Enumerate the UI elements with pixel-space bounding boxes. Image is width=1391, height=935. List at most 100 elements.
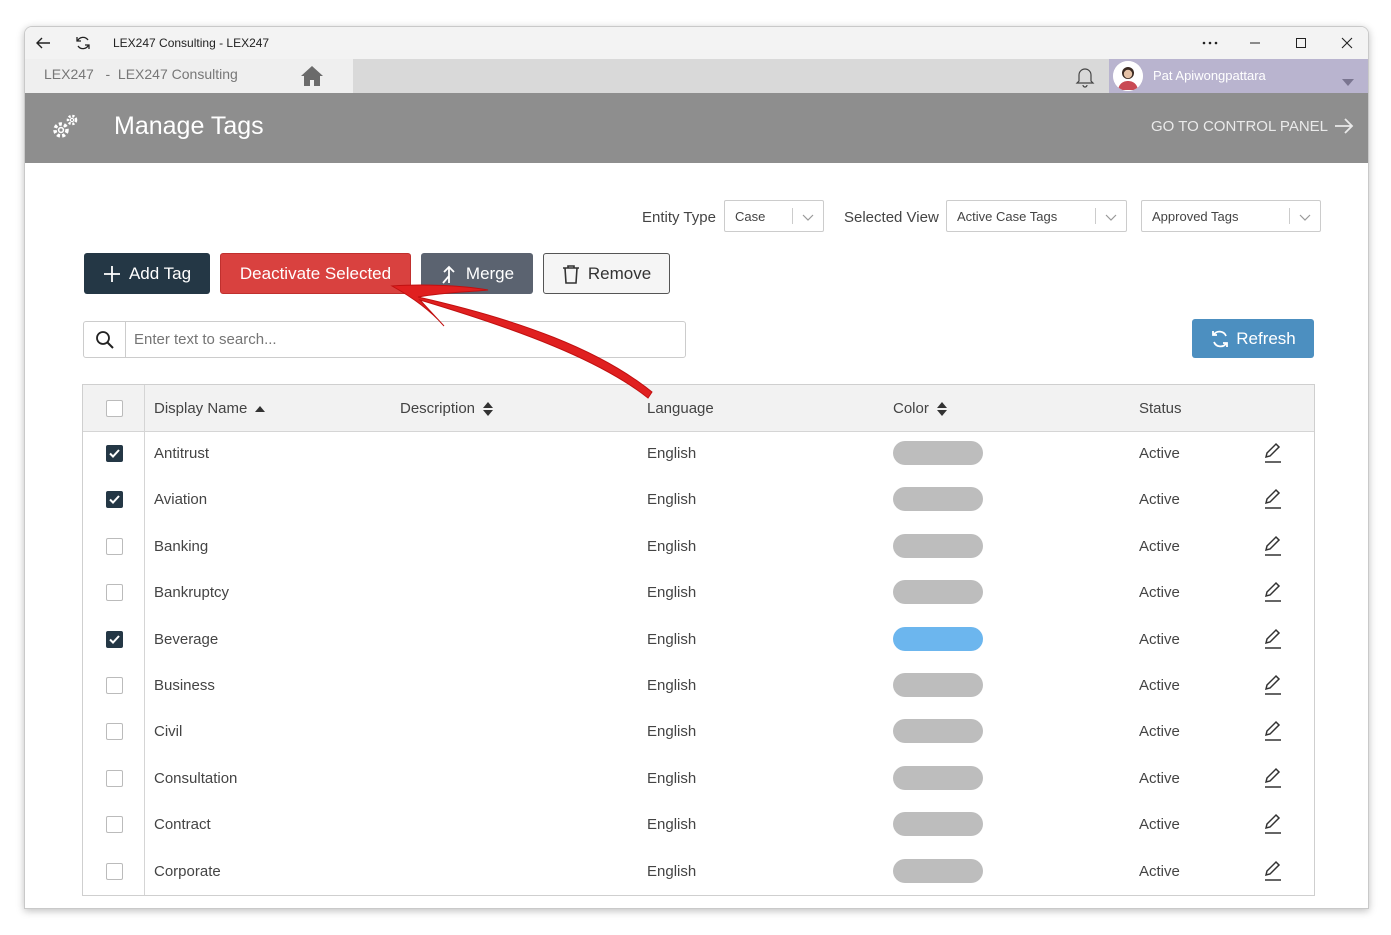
checkmark-icon bbox=[109, 449, 120, 458]
table-row[interactable]: Civil English Active bbox=[83, 710, 1314, 756]
page-title: Manage Tags bbox=[114, 112, 264, 140]
tag-color-swatch bbox=[893, 673, 983, 697]
row-checkbox[interactable] bbox=[106, 769, 123, 787]
control-panel-label: GO TO CONTROL PANEL bbox=[1151, 117, 1328, 135]
table-row[interactable]: Business English Active bbox=[83, 664, 1314, 710]
table-row[interactable]: Beverage English Active bbox=[83, 618, 1314, 664]
merge-button[interactable]: Merge bbox=[421, 253, 533, 294]
table-row[interactable]: Contract English Active bbox=[83, 803, 1314, 849]
add-tag-button[interactable]: Add Tag bbox=[84, 253, 210, 294]
more-icon[interactable] bbox=[1198, 31, 1222, 55]
column-language[interactable]: Language bbox=[647, 400, 714, 417]
close-icon[interactable] bbox=[1335, 31, 1359, 55]
reload-icon[interactable] bbox=[71, 31, 95, 55]
table-row[interactable]: Aviation English Active bbox=[83, 478, 1314, 524]
row-checkbox[interactable] bbox=[106, 584, 123, 602]
tag-status: Active bbox=[1139, 584, 1180, 602]
notification-bell-icon[interactable] bbox=[1073, 64, 1097, 88]
tag-display-name: Corporate bbox=[154, 862, 221, 880]
tag-display-name: Aviation bbox=[154, 491, 208, 509]
table-row[interactable]: Consultation English Active bbox=[83, 757, 1314, 803]
add-tag-label: Add Tag bbox=[128, 263, 192, 283]
trash-icon bbox=[562, 264, 579, 284]
search-input[interactable] bbox=[134, 331, 674, 348]
column-color[interactable]: Color bbox=[893, 400, 947, 417]
selected-view-select[interactable]: Active Case Tags bbox=[946, 200, 1127, 232]
tag-status: Active bbox=[1139, 723, 1180, 741]
edit-pencil-icon[interactable] bbox=[1263, 813, 1283, 835]
row-checkbox[interactable] bbox=[106, 723, 123, 741]
edit-pencil-icon[interactable] bbox=[1263, 535, 1283, 557]
column-label: Language bbox=[647, 400, 714, 417]
select-all-checkbox[interactable] bbox=[106, 400, 123, 417]
tag-display-name: Business bbox=[154, 677, 215, 694]
deactivate-selected-button[interactable]: Deactivate Selected bbox=[220, 253, 411, 294]
refresh-icon bbox=[1212, 330, 1229, 347]
tag-color-swatch bbox=[893, 533, 983, 558]
edit-pencil-icon[interactable] bbox=[1263, 488, 1283, 510]
tag-language: English bbox=[647, 537, 697, 555]
row-checkbox[interactable] bbox=[106, 537, 123, 555]
tag-language: English bbox=[647, 445, 697, 462]
entity-type-select[interactable]: Case bbox=[724, 200, 824, 232]
tag-display-name: Contract bbox=[154, 816, 211, 834]
home-button[interactable] bbox=[271, 59, 353, 93]
tag-status: Active bbox=[1139, 816, 1180, 834]
selected-view-value: Active Case Tags bbox=[957, 209, 1058, 224]
minimize-icon[interactable] bbox=[1243, 31, 1267, 55]
maximize-icon[interactable] bbox=[1289, 31, 1313, 55]
edit-pencil-icon[interactable] bbox=[1263, 442, 1283, 464]
window-title: LEX247 Consulting - LEX247 bbox=[113, 36, 270, 50]
table-row[interactable]: Bankruptcy English Active bbox=[83, 571, 1314, 617]
tag-status: Active bbox=[1139, 491, 1180, 509]
go-to-control-panel-link[interactable]: GO TO CONTROL PANEL bbox=[1151, 117, 1354, 135]
column-label: Display Name bbox=[154, 400, 248, 417]
row-checkbox[interactable] bbox=[106, 445, 123, 462]
row-checkbox[interactable] bbox=[106, 491, 123, 509]
plus-icon bbox=[103, 265, 120, 282]
edit-pencil-icon[interactable] bbox=[1263, 767, 1283, 789]
avatar bbox=[1113, 61, 1143, 91]
column-display-name[interactable]: Display Name bbox=[154, 400, 266, 417]
arrow-right-icon bbox=[1335, 118, 1354, 134]
refresh-button[interactable]: Refresh bbox=[1192, 319, 1314, 358]
user-name: Pat Apiwongpattara bbox=[1153, 68, 1266, 83]
tag-color-swatch bbox=[893, 487, 983, 512]
row-checkbox[interactable] bbox=[106, 630, 123, 648]
tag-status: Active bbox=[1139, 537, 1180, 555]
row-checkbox[interactable] bbox=[106, 816, 123, 834]
column-description[interactable]: Description bbox=[400, 400, 494, 417]
title-bar: LEX247 Consulting - LEX247 bbox=[25, 27, 1368, 59]
back-icon[interactable] bbox=[31, 31, 55, 55]
deactivate-selected-label: Deactivate Selected bbox=[239, 263, 392, 283]
sort-asc-icon bbox=[255, 405, 266, 412]
tag-status: Active bbox=[1139, 630, 1180, 648]
search-box bbox=[83, 321, 686, 358]
table-row[interactable]: Antitrust English Active bbox=[83, 432, 1314, 478]
edit-pencil-icon[interactable] bbox=[1263, 674, 1283, 696]
table-header: Display Name Description Language Color … bbox=[83, 385, 1314, 432]
tab-lex247-consulting[interactable]: LEX247 - LEX247 Consulting bbox=[25, 59, 271, 93]
tag-display-name: Antitrust bbox=[154, 445, 210, 462]
checkmark-icon bbox=[109, 495, 120, 505]
table-row[interactable]: Corporate English Active bbox=[83, 850, 1314, 896]
tag-display-name: Bankruptcy bbox=[154, 584, 230, 602]
edit-pencil-icon[interactable] bbox=[1263, 720, 1283, 742]
tag-language: English bbox=[647, 769, 697, 787]
tab-bar: LEX247 - LEX247 Consulting Pat Apiwongpa… bbox=[25, 59, 1368, 93]
column-label: Description bbox=[400, 400, 476, 417]
entity-type-value: Case bbox=[735, 209, 766, 224]
checkmark-icon bbox=[109, 634, 120, 644]
edit-pencil-icon[interactable] bbox=[1263, 628, 1283, 650]
tag-status: Active bbox=[1139, 862, 1180, 880]
user-menu[interactable]: Pat Apiwongpattara bbox=[1109, 59, 1368, 93]
column-status[interactable]: Status bbox=[1139, 400, 1182, 417]
edit-pencil-icon[interactable] bbox=[1263, 860, 1283, 882]
row-checkbox[interactable] bbox=[106, 677, 123, 694]
table-row[interactable]: Banking English Active bbox=[83, 525, 1314, 571]
chevron-down-icon bbox=[802, 214, 814, 221]
approval-filter-select[interactable]: Approved Tags bbox=[1141, 200, 1321, 232]
edit-pencil-icon[interactable] bbox=[1263, 581, 1283, 603]
remove-button[interactable]: Remove bbox=[543, 253, 670, 294]
row-checkbox[interactable] bbox=[106, 862, 123, 880]
